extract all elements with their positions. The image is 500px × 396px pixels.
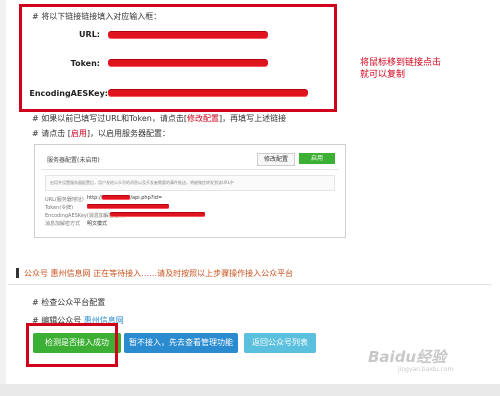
watermark-sub: jingyan.baidu.com [398,366,454,373]
enable-button[interactable]: 启用 [299,153,335,164]
status-bar-marker [16,268,19,278]
back-to-list-button[interactable]: 返回公众号列表 [244,333,316,353]
aes-key-value-redacted[interactable] [108,90,308,96]
status-account-name: 惠州信息网 [50,269,91,278]
ss-mode-label: 消息加解密方式 [45,221,81,227]
ss-url-value: http:// /api.php?id= [87,195,162,201]
status-message: 正在等待接入……请及时按照以上步骤操作接入公众平台 [93,269,294,278]
ss-mode-value: 明文模式 [87,221,108,227]
ss-url-label: URL(服务器地址) [45,197,84,203]
step2-prefix: # 如果以前已填写过URL和Token，请点击[ [32,114,187,123]
step3-suffix: ]，以启用服务器配置： [86,129,171,138]
aes-key-label: EncodingAESKey: [29,89,108,98]
highlight-box-check-button [26,323,118,367]
server-config-divider [41,169,339,170]
status-prefix: 公众号 [24,269,48,278]
edit-config-button[interactable]: 修改配置 [257,153,295,166]
enable-link[interactable]: 启用 [71,129,87,138]
ss-url-redacted [102,196,131,199]
annotation-line1: 将鼠标移到链接点击 [360,58,442,68]
step3-prefix: # 请点击 [ [32,129,71,138]
ss-aes-redacted [110,213,205,216]
section-divider [8,284,492,285]
token-label: Token: [70,59,100,68]
step3-text: # 请点击 [启用]，以启用服务器配置： [32,128,170,139]
url-value-redacted[interactable] [108,32,268,38]
bottom-bar [0,384,500,396]
server-config-notice: 启用并设置服务器配置后，用户发给公众号的消息以及开发者需要的事件推送，将被微信转… [45,175,335,191]
check-heading: # 检查公众平台配置 [32,298,106,307]
ss-url-prefix: http:// [87,195,103,201]
skip-access-button[interactable]: 暂不接入，先去查看管理功能 [124,333,238,353]
left-edge-bar [0,0,6,396]
modify-config-link[interactable]: 修改配置 [187,114,219,123]
ss-token-label: Token(令牌) [45,205,74,211]
step1-heading: # 将以下链接链接填入对应输入框： [32,12,162,21]
server-config-screenshot: 服务器配置(未启用) 修改配置 启用 启用并设置服务器配置后，用户发给公众号的消… [34,144,346,238]
step2-suffix: ]，再填写上述链接 [219,114,287,123]
annotation: 将鼠标移到链接点击 就可以复制 [360,57,441,81]
step2-text: # 如果以前已填写过URL和Token，请点击[修改配置]，再填写上述链接 [32,113,286,124]
annotation-line2: 就可以复制 [360,70,406,80]
ss-url-tail: /api.php?id= [130,195,163,201]
token-value-redacted[interactable] [108,60,268,66]
ss-token-redacted [87,205,169,208]
url-label: URL: [79,30,100,39]
status-line: 公众号 惠州信息网 正在等待接入……请及时按照以上步骤操作接入公众平台 [24,268,293,279]
watermark-text: Baidu经验 [368,348,447,366]
server-config-notice-text: 启用并设置服务器配置后，用户发给公众号的消息以及开发者需要的事件推送，将被微信转… [50,180,234,185]
baidu-watermark: Baidu经验 [368,346,446,367]
server-config-title: 服务器配置(未启用) [47,157,100,164]
